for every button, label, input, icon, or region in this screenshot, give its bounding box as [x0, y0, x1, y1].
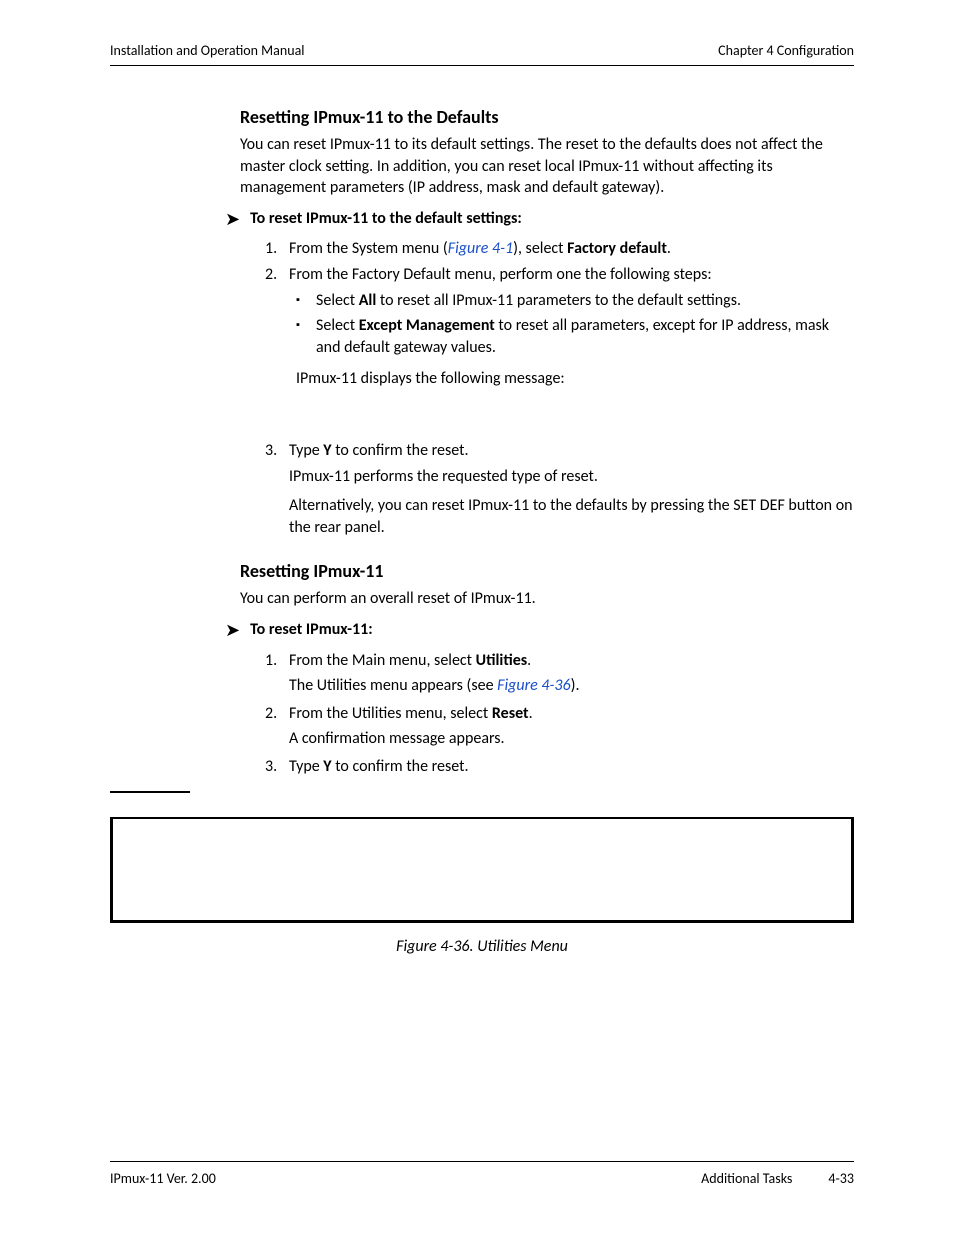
page-header: Installation and Operation Manual Chapte…: [110, 42, 854, 66]
figure-link-4-1[interactable]: Figure 4-1: [448, 239, 513, 258]
step-2b-result: A confirmation message appears.: [289, 728, 854, 750]
section-heading-reset: Resetting IPmux-11: [240, 560, 854, 582]
step-1b: 1. From the Main menu, select Utilities.: [265, 650, 854, 672]
step-1b-result: The Utilities menu appears (see Figure 4…: [289, 675, 854, 697]
header-left: Installation and Operation Manual: [110, 42, 304, 59]
section-heading-defaults: Resetting IPmux-11 to the Defaults: [240, 106, 854, 128]
footer-left: IPmux-11 Ver. 2.00: [110, 1170, 216, 1187]
page-footer: IPmux-11 Ver. 2.00 Additional Tasks 4-33: [110, 1161, 854, 1187]
step-number: 3.: [265, 756, 289, 778]
arrow-icon: ➤: [225, 620, 240, 642]
step-2b: 2. From the Utilities menu, select Reset…: [265, 703, 854, 725]
figure-link-4-36[interactable]: Figure 4-36: [497, 676, 570, 695]
header-right: Chapter 4 Configuration: [718, 42, 854, 59]
figure-utilities-menu: Figure 4-36. Utilities Menu: [110, 791, 854, 956]
step-body: From the Utilities menu, select Reset.: [289, 703, 854, 725]
step-3: 3. Type Y to confirm the reset.: [265, 440, 854, 462]
figure-caption: Figure 4-36. Utilities Menu: [110, 937, 854, 956]
step-number: 1.: [265, 238, 289, 260]
step-body: From the Main menu, select Utilities.: [289, 650, 854, 672]
bullet-all: ▪ Select All to reset all IPmux-11 param…: [296, 290, 854, 312]
step-number: 1.: [265, 650, 289, 672]
procedure-reset: ➤ To reset IPmux-11:: [225, 620, 854, 642]
alt-note: Alternatively, you can reset IPmux-11 to…: [265, 495, 854, 538]
step-number: 3.: [265, 440, 289, 462]
section-intro-reset: You can perform an overall reset of IPmu…: [240, 588, 854, 610]
footer-section: Additional Tasks: [701, 1170, 792, 1187]
bullet-except-management: ▪ Select Except Management to reset all …: [296, 315, 854, 358]
square-icon: ▪: [296, 315, 316, 358]
message-note: IPmux-11 displays the following message:: [296, 368, 854, 390]
step-2: 2. From the Factory Default menu, perfor…: [265, 264, 854, 286]
footer-page-number: 4-33: [828, 1170, 854, 1187]
step-body: Type Y to confirm the reset.: [289, 440, 854, 462]
step-body: Type Y to confirm the reset.: [289, 756, 854, 778]
step-body: From the System menu (Figure 4-1), selec…: [289, 238, 854, 260]
arrow-icon: ➤: [225, 209, 240, 231]
step-number: 2.: [265, 703, 289, 725]
bullet-body: Select Except Management to reset all pa…: [316, 315, 854, 358]
section-intro-defaults: You can reset IPmux-11 to its default se…: [240, 134, 854, 199]
step-3-result: IPmux-11 performs the requested type of …: [289, 466, 854, 488]
square-icon: ▪: [296, 290, 316, 312]
page-content: Resetting IPmux-11 to the Defaults You c…: [110, 94, 854, 1161]
step-body: From the Factory Default menu, perform o…: [289, 264, 854, 286]
bullet-body: Select All to reset all IPmux-11 paramet…: [316, 290, 741, 312]
step-1: 1. From the System menu (Figure 4-1), se…: [265, 238, 854, 260]
step-3b: 3. Type Y to confirm the reset.: [265, 756, 854, 778]
procedure-title: To reset IPmux-11 to the default setting…: [250, 209, 522, 228]
procedure-title: To reset IPmux-11:: [250, 620, 373, 639]
procedure-defaults: ➤ To reset IPmux-11 to the default setti…: [225, 209, 854, 231]
step-number: 2.: [265, 264, 289, 286]
